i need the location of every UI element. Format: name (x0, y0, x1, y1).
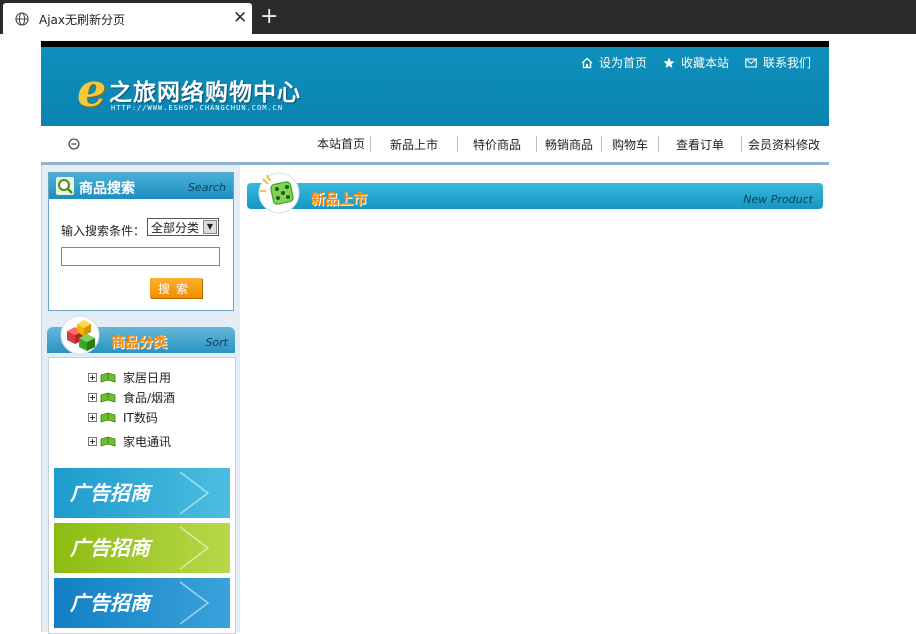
nav-separator (457, 136, 458, 152)
category-item-it[interactable]: IT数码 (88, 409, 158, 426)
category-title-en: Sort (205, 336, 228, 349)
home-icon (581, 57, 593, 68)
category-label: 食品/烟酒 (123, 391, 176, 405)
sidebar: 商品搜索 Search 输入搜索条件： 全部分类 ▼ 搜索 商品分类 Sort (41, 165, 240, 634)
nav-bestsellers[interactable]: 畅销商品 (540, 136, 598, 153)
search-panel: 商品搜索 Search 输入搜索条件： 全部分类 ▼ 搜索 (48, 172, 234, 311)
category-header: 商品分类 Sort (47, 315, 235, 354)
dice-icon (258, 172, 300, 214)
nav-new-products[interactable]: 新品上市 (374, 136, 454, 153)
category-item-food[interactable]: 食品/烟酒 (88, 389, 175, 406)
new-products-title: 新品上市 (311, 192, 367, 208)
new-tab-button[interactable]: + (260, 5, 278, 29)
mail-icon (745, 57, 757, 68)
bookmark-link[interactable]: 收藏本站 (663, 54, 729, 71)
browser-tab-bar: Ajax无刷新分页 ✕ + (0, 0, 916, 34)
set-homepage-label: 设为首页 (598, 56, 647, 70)
book-icon (100, 436, 116, 447)
category-label: 家电通讯 (123, 435, 172, 449)
contact-link[interactable]: 联系我们 (745, 54, 811, 71)
set-homepage-link[interactable]: 设为首页 (581, 54, 647, 71)
nav-separator (601, 136, 602, 152)
nav-specials[interactable]: 特价商品 (461, 136, 533, 153)
tab-close-icon[interactable]: ✕ (233, 9, 247, 27)
category-select[interactable]: 全部分类 ▼ (147, 218, 219, 236)
category-label: 家居日用 (123, 371, 172, 385)
nav-items: 本站首页 新品上市 特价商品 畅销商品 购物车 查看订单 会员资料修改 (315, 126, 823, 162)
bookmark-label: 收藏本站 (680, 56, 729, 70)
browser-tab[interactable]: Ajax无刷新分页 ✕ (3, 3, 252, 34)
contact-label: 联系我们 (762, 56, 811, 70)
arrow-right-icon (180, 581, 210, 625)
nav-separator (370, 136, 371, 152)
ad-banner[interactable]: 广告招商 (54, 578, 230, 628)
ad-label: 广告招商 (70, 481, 150, 505)
expand-icon[interactable] (88, 373, 97, 382)
search-title-en: Search (187, 181, 226, 194)
search-condition-label: 输入搜索条件： (61, 224, 146, 238)
new-products-title-en: New Product (743, 193, 813, 206)
search-title: 商品搜索 (79, 181, 135, 197)
search-button[interactable]: 搜索 (150, 278, 202, 298)
ad-label: 广告招商 (70, 536, 150, 560)
star-icon (663, 57, 675, 68)
nav-separator (658, 136, 659, 152)
nav-separator (741, 136, 742, 152)
tab-title: Ajax无刷新分页 (39, 13, 125, 27)
logo-text: 之旅网络购物中心 (109, 80, 301, 106)
logo-letter: e (77, 63, 107, 117)
nav-home[interactable]: 本站首页 (315, 137, 367, 151)
globe-icon (15, 12, 29, 26)
chevron-down-icon: ▼ (203, 220, 217, 234)
expand-icon[interactable] (88, 413, 97, 422)
nav-profile[interactable]: 会员资料修改 (745, 136, 823, 153)
cubes-icon (60, 315, 100, 354)
logo-url: HTTP://WWW.ESHOP.CHANGCHUN.COM.CN (111, 104, 284, 112)
ad-banner[interactable]: 广告招商 (54, 523, 230, 573)
category-select-value: 全部分类 (151, 221, 200, 235)
category-title: 商品分类 (111, 335, 167, 351)
arrow-right-icon (180, 526, 210, 570)
expand-icon[interactable] (88, 437, 97, 446)
expand-icon[interactable] (88, 393, 97, 402)
category-label: IT数码 (123, 411, 158, 425)
category-item-appliances[interactable]: 家电通讯 (88, 433, 171, 450)
main-nav: 本站首页 新品上市 特价商品 畅销商品 购物车 查看订单 会员资料修改 (41, 126, 829, 165)
nav-orders[interactable]: 查看订单 (662, 136, 738, 153)
ad-label: 广告招商 (70, 591, 150, 615)
arrow-right-icon (180, 471, 210, 515)
book-icon (100, 372, 116, 383)
header-banner: e 之旅网络购物中心 HTTP://WWW.ESHOP.CHANGCHUN.CO… (41, 47, 829, 126)
clock-icon (68, 138, 80, 150)
search-input[interactable] (61, 247, 220, 266)
search-header: 商品搜索 Search (49, 173, 233, 199)
new-products-header: 新品上市 New Product (247, 172, 823, 214)
top-links: 设为首页 收藏本站 联系我们 (581, 54, 811, 71)
book-icon (100, 392, 116, 403)
book-icon (100, 412, 116, 423)
ad-banner[interactable]: 广告招商 (54, 468, 230, 518)
nav-cart[interactable]: 购物车 (605, 136, 655, 153)
magnifier-icon (56, 177, 74, 195)
category-item-home[interactable]: 家居日用 (88, 369, 171, 386)
nav-separator (536, 136, 537, 152)
